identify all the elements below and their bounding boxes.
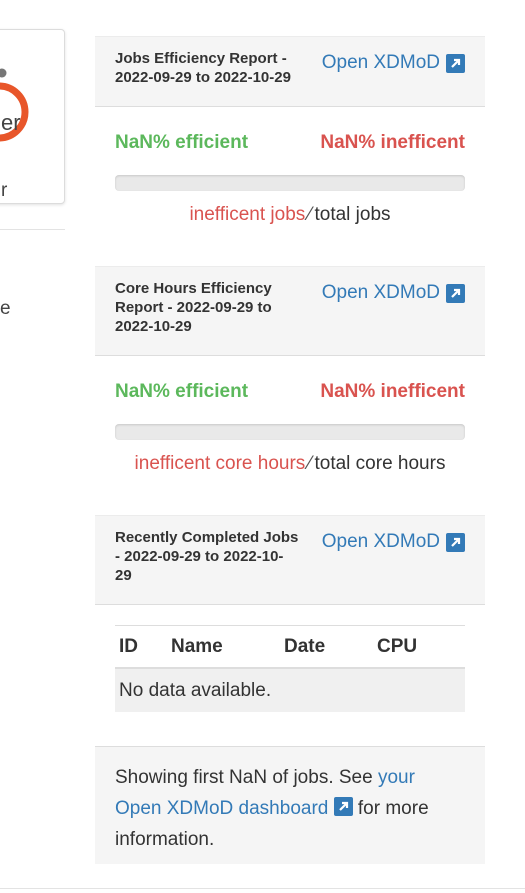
ratio-numerator: inefficent jobs	[189, 204, 306, 225]
logo-text: er	[1, 110, 21, 135]
efficient-label: NaN% efficient	[115, 132, 249, 153]
left-nav-text: e	[0, 298, 11, 319]
core-hours-efficiency-progress	[115, 424, 465, 440]
left-divider	[0, 229, 65, 230]
title-line: Recently Completed Jobs	[115, 529, 299, 546]
jobs-efficiency-heading: Jobs Efficiency Report - 2022-09-29 to 2…	[95, 36, 485, 107]
title-line: Report - 2022-09-29 to	[115, 299, 272, 316]
ratio-denominator: total core hours	[314, 453, 446, 474]
title-line: 2022-10-29	[115, 318, 192, 335]
open-xdmod-link[interactable]: Open XDMoD	[322, 52, 465, 74]
ratio-denominator: total jobs	[314, 204, 391, 225]
open-xdmod-label: Open XDMoD	[321, 52, 440, 73]
title-line: Core Hours Efficiency	[115, 280, 272, 297]
jobs-footer: Showing first NaN of jobs. See your Open…	[95, 746, 485, 864]
column-header-id[interactable]: ID	[115, 625, 167, 669]
jobs-efficiency-progress	[115, 175, 465, 191]
title-line: Jobs Efficiency Report -	[115, 50, 287, 67]
recent-jobs-table: ID Name Date CPU No data available.	[115, 625, 465, 712]
core-hours-efficiency-row: NaN% efficient NaN% inefficent	[115, 381, 465, 403]
open-xdmod-label: Open XDMoD	[321, 282, 440, 303]
table-header-row: ID Name Date CPU	[115, 625, 465, 669]
open-xdmod-link[interactable]: Open XDMoD	[322, 531, 465, 553]
column-header-date[interactable]: Date	[280, 625, 373, 669]
ratio-numerator: inefficent core hours	[134, 453, 306, 474]
column-header-cpu[interactable]: CPU	[373, 625, 465, 669]
inefficient-label: NaN% inefficent	[320, 381, 465, 402]
logo-icon	[0, 68, 29, 142]
table-row: No data available.	[115, 668, 465, 712]
jobs-efficiency-title: Jobs Efficiency Report - 2022-09-29 to 2…	[115, 49, 291, 87]
user-name: r	[1, 180, 8, 201]
external-link-icon	[446, 532, 465, 552]
title-line: 2022-09-29 to 2022-10-29	[115, 69, 291, 86]
core-hours-ratio: inefficent core hours ⁄ total core hours	[95, 453, 485, 475]
inefficient-label: NaN% inefficent	[320, 132, 465, 153]
jobs-efficiency-row: NaN% efficient NaN% inefficent	[115, 132, 465, 154]
open-xdmod-link[interactable]: Open XDMoD	[322, 282, 465, 304]
recent-jobs-heading: Recently Completed Jobs - 2022-09-29 to …	[95, 515, 485, 605]
recent-jobs-panel: Recently Completed Jobs - 2022-09-29 to …	[95, 515, 485, 712]
external-link-icon	[446, 53, 465, 73]
empty-message: No data available.	[115, 668, 465, 712]
column-header-name[interactable]: Name	[167, 625, 280, 669]
jobs-efficiency-panel: Jobs Efficiency Report - 2022-09-29 to 2…	[95, 36, 485, 225]
efficient-label: NaN% efficient	[115, 381, 249, 402]
core-hours-title: Core Hours Efficiency Report - 2022-09-2…	[115, 279, 272, 336]
bottom-divider	[0, 888, 525, 889]
core-hours-heading: Core Hours Efficiency Report - 2022-09-2…	[95, 266, 485, 356]
recent-jobs-title: Recently Completed Jobs - 2022-09-29 to …	[115, 528, 298, 585]
title-line: 29	[115, 567, 132, 584]
title-line: - 2022-09-29 to 2022-10-	[115, 548, 284, 565]
external-link-icon	[333, 797, 353, 816]
open-xdmod-label: Open XDMoD	[321, 531, 440, 552]
jobs-ratio: inefficent jobs ⁄ total jobs	[95, 204, 485, 226]
external-link-icon	[446, 283, 465, 303]
footer-prefix: Showing first NaN of jobs. See	[115, 767, 378, 788]
core-hours-efficiency-panel: Core Hours Efficiency Report - 2022-09-2…	[95, 266, 485, 474]
user-card: er r	[0, 29, 65, 204]
